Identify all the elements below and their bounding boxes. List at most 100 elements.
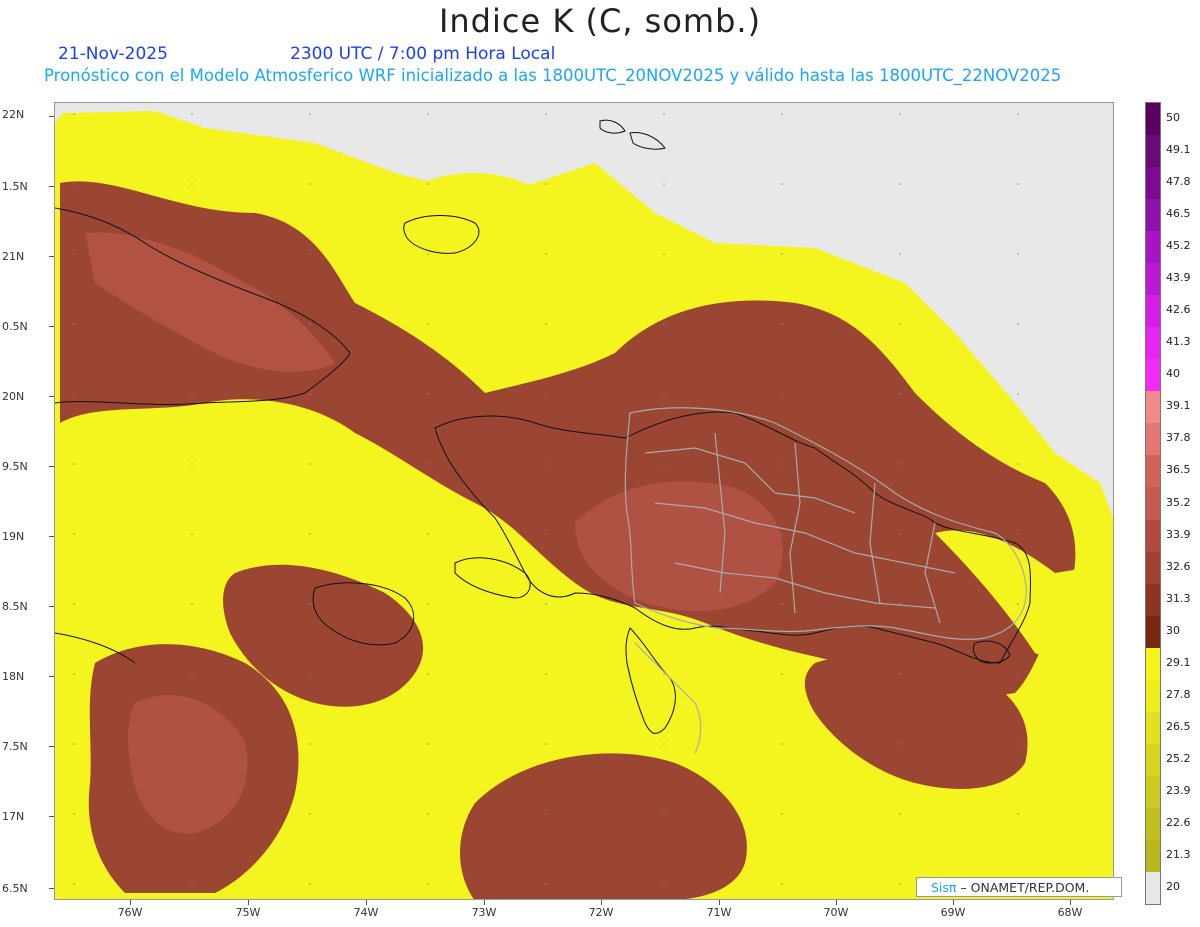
legend-swatch <box>1146 135 1160 168</box>
lat-tick <box>49 256 54 257</box>
lat-label-9: 18N <box>2 670 25 683</box>
lon-tick <box>366 900 367 905</box>
lon-label-2: 75W <box>235 906 261 919</box>
forecast-time: 2300 UTC / 7:00 pm Hora Local <box>290 44 556 64</box>
legend-level-label: 45.2 <box>1166 239 1191 253</box>
legend-level-label: 47.8 <box>1166 175 1191 189</box>
legend-swatch <box>1146 551 1160 585</box>
lat-tick <box>49 606 54 607</box>
lat-tick <box>49 676 54 677</box>
forecast-date: 21-Nov-2025 <box>58 44 168 64</box>
lon-tick <box>130 900 131 905</box>
legend-swatch <box>1146 807 1160 841</box>
legend-level-label: 29.1 <box>1166 655 1191 669</box>
lon-label-7: 70W <box>823 906 849 919</box>
legend-swatch <box>1146 103 1160 136</box>
map-canvas <box>55 103 1113 899</box>
lat-label-1: 22N <box>2 108 25 121</box>
lat-tick <box>49 326 54 327</box>
legend-level-label: 37.8 <box>1166 431 1191 445</box>
lon-tick <box>248 900 249 905</box>
legend-swatch <box>1146 167 1160 200</box>
lat-label-4: 0.5N <box>2 320 28 333</box>
legend-swatch <box>1146 743 1160 777</box>
sispi-logo-text: Sisπ <box>931 880 957 895</box>
lon-tick <box>484 900 485 905</box>
legend-swatch <box>1146 199 1160 232</box>
legend-swatch <box>1146 359 1160 392</box>
lat-tick <box>49 888 54 889</box>
map-panel[interactable] <box>54 102 1114 900</box>
legend-swatch <box>1146 455 1160 488</box>
legend-level-label: 40 <box>1166 367 1180 381</box>
legend-level-label: 41.3 <box>1166 335 1191 349</box>
legend-level-label: 39.1 <box>1166 399 1191 413</box>
graticule <box>55 103 1113 899</box>
legend-swatch <box>1146 327 1160 360</box>
legend-swatch <box>1146 519 1160 553</box>
legend-swatch <box>1146 679 1160 713</box>
lon-label-9: 68W <box>1057 906 1083 919</box>
lat-tick <box>49 466 54 467</box>
lat-label-11: 17N <box>2 810 25 823</box>
lon-tick <box>836 900 837 905</box>
lon-tick <box>719 900 720 905</box>
legend-level-label: 50 <box>1166 111 1180 125</box>
legend-swatch <box>1146 423 1160 456</box>
lon-label-1: 76W <box>117 906 143 919</box>
lon-tick <box>601 900 602 905</box>
lat-tick <box>49 396 54 397</box>
credit-org: – ONAMET/REP.DOM. <box>960 880 1090 895</box>
legend-level-label: 43.9 <box>1166 271 1191 285</box>
legend-swatch <box>1146 775 1160 809</box>
legend-level-label: 49.1 <box>1166 143 1191 157</box>
legend-level-label: 46.5 <box>1166 207 1191 221</box>
lat-label-2: 1.5N <box>2 180 28 193</box>
legend-level-label: 26.5 <box>1166 719 1191 733</box>
legend-level-label: 23.9 <box>1166 783 1191 797</box>
legend-level-label: 42.6 <box>1166 303 1191 317</box>
lat-label-3: 21N <box>2 250 25 263</box>
legend-swatch <box>1146 263 1160 296</box>
legend-level-label: 21.3 <box>1166 847 1191 861</box>
legend-swatch <box>1146 391 1160 424</box>
legend-level-label: 20 <box>1166 879 1180 893</box>
legend-swatch <box>1146 231 1160 264</box>
legend-swatch <box>1146 711 1160 745</box>
forecast-subtitle: Pronóstico con el Modelo Atmosferico WRF… <box>44 66 1062 85</box>
lat-label-10: 7.5N <box>2 740 28 753</box>
credit-box: Sisπ – ONAMET/REP.DOM. <box>916 877 1122 897</box>
legend-swatch <box>1146 583 1160 617</box>
lat-tick <box>49 116 54 117</box>
lon-tick <box>953 900 954 905</box>
lat-label-8: 8.5N <box>2 600 28 613</box>
legend-level-label: 22.6 <box>1166 815 1191 829</box>
legend-level-label: 35.2 <box>1166 495 1191 509</box>
lat-label-5: 20N <box>2 390 25 403</box>
lat-label-7: 19N <box>2 530 25 543</box>
lon-label-5: 72W <box>588 906 614 919</box>
map-title: Indice K (C, somb.) <box>438 2 762 40</box>
legend-level-label: 33.9 <box>1166 527 1191 541</box>
lon-tick <box>1070 900 1071 905</box>
lat-tick <box>49 746 54 747</box>
legend-level-label: 25.2 <box>1166 751 1191 765</box>
lon-label-3: 74W <box>353 906 379 919</box>
lat-tick <box>49 536 54 537</box>
legend-swatch <box>1146 647 1160 681</box>
legend-level-label: 31.3 <box>1166 591 1191 605</box>
lat-label-12: 6.5N <box>2 882 28 895</box>
legend-level-label: 32.6 <box>1166 559 1191 573</box>
lat-tick <box>49 186 54 187</box>
lon-label-4: 73W <box>471 906 497 919</box>
lon-label-6: 71W <box>706 906 732 919</box>
legend-swatch <box>1146 871 1160 905</box>
color-legend <box>1145 102 1161 905</box>
legend-swatch <box>1146 839 1160 873</box>
lon-label-8: 69W <box>940 906 966 919</box>
legend-swatch <box>1146 615 1160 649</box>
legend-swatch <box>1146 487 1160 520</box>
legend-level-label: 30 <box>1166 623 1180 637</box>
legend-swatch <box>1146 295 1160 328</box>
legend-level-label: 36.5 <box>1166 463 1191 477</box>
